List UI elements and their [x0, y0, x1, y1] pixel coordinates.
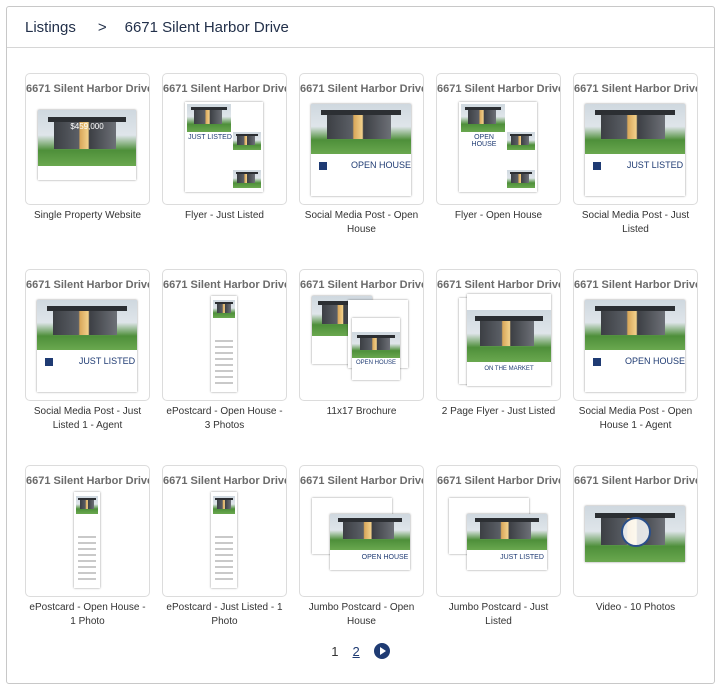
breadcrumb: Listings > 6671 Silent Harbor Drive	[7, 7, 714, 48]
template-tile[interactable]: 6671 Silent Harbor Drive ePostcard - Open…	[25, 465, 150, 629]
template-tile[interactable]: 6671 Silent Harbor Drive JUST LISTED Jumbo…	[436, 465, 561, 629]
template-tile[interactable]: 6671 Silent Harbor Drive $459,000 Single P…	[25, 73, 150, 237]
card-title: 6671 Silent Harbor Drive	[437, 279, 561, 291]
listing-panel: Listings > 6671 Silent Harbor Drive 6671…	[6, 6, 715, 684]
template-label: Social Media Post - Open House 1 - Agent	[578, 406, 693, 431]
template-tile[interactable]: 6671 Silent Harbor Drive OPEN HOUSE 11x17 …	[299, 269, 424, 433]
template-tile[interactable]: 6671 Silent Harbor Drive ON THE MARKET 2 P…	[436, 269, 561, 433]
template-label: Single Property Website	[33, 210, 142, 221]
breadcrumb-listings-link[interactable]: Listings	[25, 19, 76, 36]
template-label: 11x17 Brochure	[326, 406, 397, 417]
card-title: 6671 Silent Harbor Drive	[300, 475, 424, 487]
breadcrumb-separator: >	[97, 18, 107, 36]
video-play-icon	[621, 517, 651, 547]
card-title: 6671 Silent Harbor Drive	[300, 83, 424, 95]
breadcrumb-current: 6671 Silent Harbor Drive	[124, 18, 289, 36]
marketing-template-grid: 6671 Silent Harbor Drive $459,000 Single P…	[25, 73, 698, 629]
template-label: Flyer - Just Listed	[185, 210, 264, 221]
page-1-current: 1	[331, 643, 339, 659]
template-card[interactable]: 6671 Silent Harbor Drive	[25, 465, 150, 597]
card-title: 6671 Silent Harbor Drive	[26, 279, 150, 291]
template-tile[interactable]: 6671 Silent Harbor Drive JUST LISTED Flyer…	[162, 73, 287, 237]
card-title: 6671 Silent Harbor Drive	[574, 279, 698, 291]
template-card[interactable]: 6671 Silent Harbor Drive JUST LISTED	[25, 269, 150, 401]
template-card[interactable]: 6671 Silent Harbor Drive	[162, 269, 287, 401]
page-2-link[interactable]: 2	[353, 644, 360, 659]
next-page-icon[interactable]	[373, 643, 390, 659]
template-tile[interactable]: 6671 Silent Harbor Drive ePostcard - Open…	[162, 269, 287, 433]
template-card[interactable]: 6671 Silent Harbor Drive JUST LISTED	[162, 73, 287, 205]
card-title: 6671 Silent Harbor Drive	[26, 83, 150, 95]
template-tile[interactable]: 6671 Silent Harbor Drive Video - 10 Photo…	[573, 465, 698, 629]
template-card[interactable]: 6671 Silent Harbor Drive OPEN HOUSE	[299, 465, 424, 597]
template-card[interactable]: 6671 Silent Harbor Drive OPEN HOUSE	[299, 269, 424, 401]
card-title: 6671 Silent Harbor Drive	[163, 475, 287, 487]
card-title: 6671 Silent Harbor Drive	[574, 475, 698, 487]
card-title: 6671 Silent Harbor Drive	[437, 83, 561, 95]
template-card[interactable]: 6671 Silent Harbor Drive $459,000	[25, 73, 150, 205]
pagination: 1 2	[7, 643, 714, 659]
card-title: 6671 Silent Harbor Drive	[574, 83, 698, 95]
template-tile[interactable]: 6671 Silent Harbor Drive OPEN HOUSE Social…	[573, 269, 698, 433]
template-card[interactable]: 6671 Silent Harbor Drive JUST LISTED	[436, 465, 561, 597]
card-title: 6671 Silent Harbor Drive	[26, 475, 150, 487]
card-title: 6671 Silent Harbor Drive	[163, 83, 287, 95]
template-label: Jumbo Postcard - Open House	[308, 602, 415, 627]
template-tile[interactable]: 6671 Silent Harbor Drive JUST LISTED Socia…	[25, 269, 150, 433]
template-tile[interactable]: 6671 Silent Harbor Drive OPEN HOUSE Social…	[299, 73, 424, 237]
template-card[interactable]: 6671 Silent Harbor Drive OPEN HOUSE	[573, 269, 698, 401]
card-title: 6671 Silent Harbor Drive	[300, 279, 424, 291]
template-label: 2 Page Flyer - Just Listed	[441, 406, 556, 417]
template-label: Flyer - Open House	[454, 210, 543, 221]
template-label: ePostcard - Open House - 1 Photo	[29, 602, 146, 627]
template-label: Social Media Post - Open House	[304, 210, 419, 235]
template-card[interactable]: 6671 Silent Harbor Drive ON THE MARKET	[436, 269, 561, 401]
template-label: Video - 10 Photos	[595, 602, 676, 613]
template-card[interactable]: 6671 Silent Harbor Drive	[162, 465, 287, 597]
template-card[interactable]: 6671 Silent Harbor Drive	[573, 465, 698, 597]
template-card[interactable]: 6671 Silent Harbor Drive JUST LISTED	[573, 73, 698, 205]
template-card[interactable]: 6671 Silent Harbor Drive OPEN HOUSE	[436, 73, 561, 205]
template-tile[interactable]: 6671 Silent Harbor Drive OPEN HOUSE Flyer …	[436, 73, 561, 237]
template-label: Social Media Post - Just Listed 1 - Agen…	[33, 406, 142, 431]
template-tile[interactable]: 6671 Silent Harbor Drive ePostcard - Just…	[162, 465, 287, 629]
template-card[interactable]: 6671 Silent Harbor Drive OPEN HOUSE	[299, 73, 424, 205]
card-title: 6671 Silent Harbor Drive	[163, 279, 287, 291]
template-label: Social Media Post - Just Listed	[581, 210, 690, 235]
card-title: 6671 Silent Harbor Drive	[437, 475, 561, 487]
template-tile[interactable]: 6671 Silent Harbor Drive JUST LISTED Socia…	[573, 73, 698, 237]
template-label: ePostcard - Just Listed - 1 Photo	[166, 602, 283, 627]
template-label: Jumbo Postcard - Just Listed	[448, 602, 549, 627]
template-label: ePostcard - Open House - 3 Photos	[166, 406, 283, 431]
template-tile[interactable]: 6671 Silent Harbor Drive OPEN HOUSE Jumbo …	[299, 465, 424, 629]
